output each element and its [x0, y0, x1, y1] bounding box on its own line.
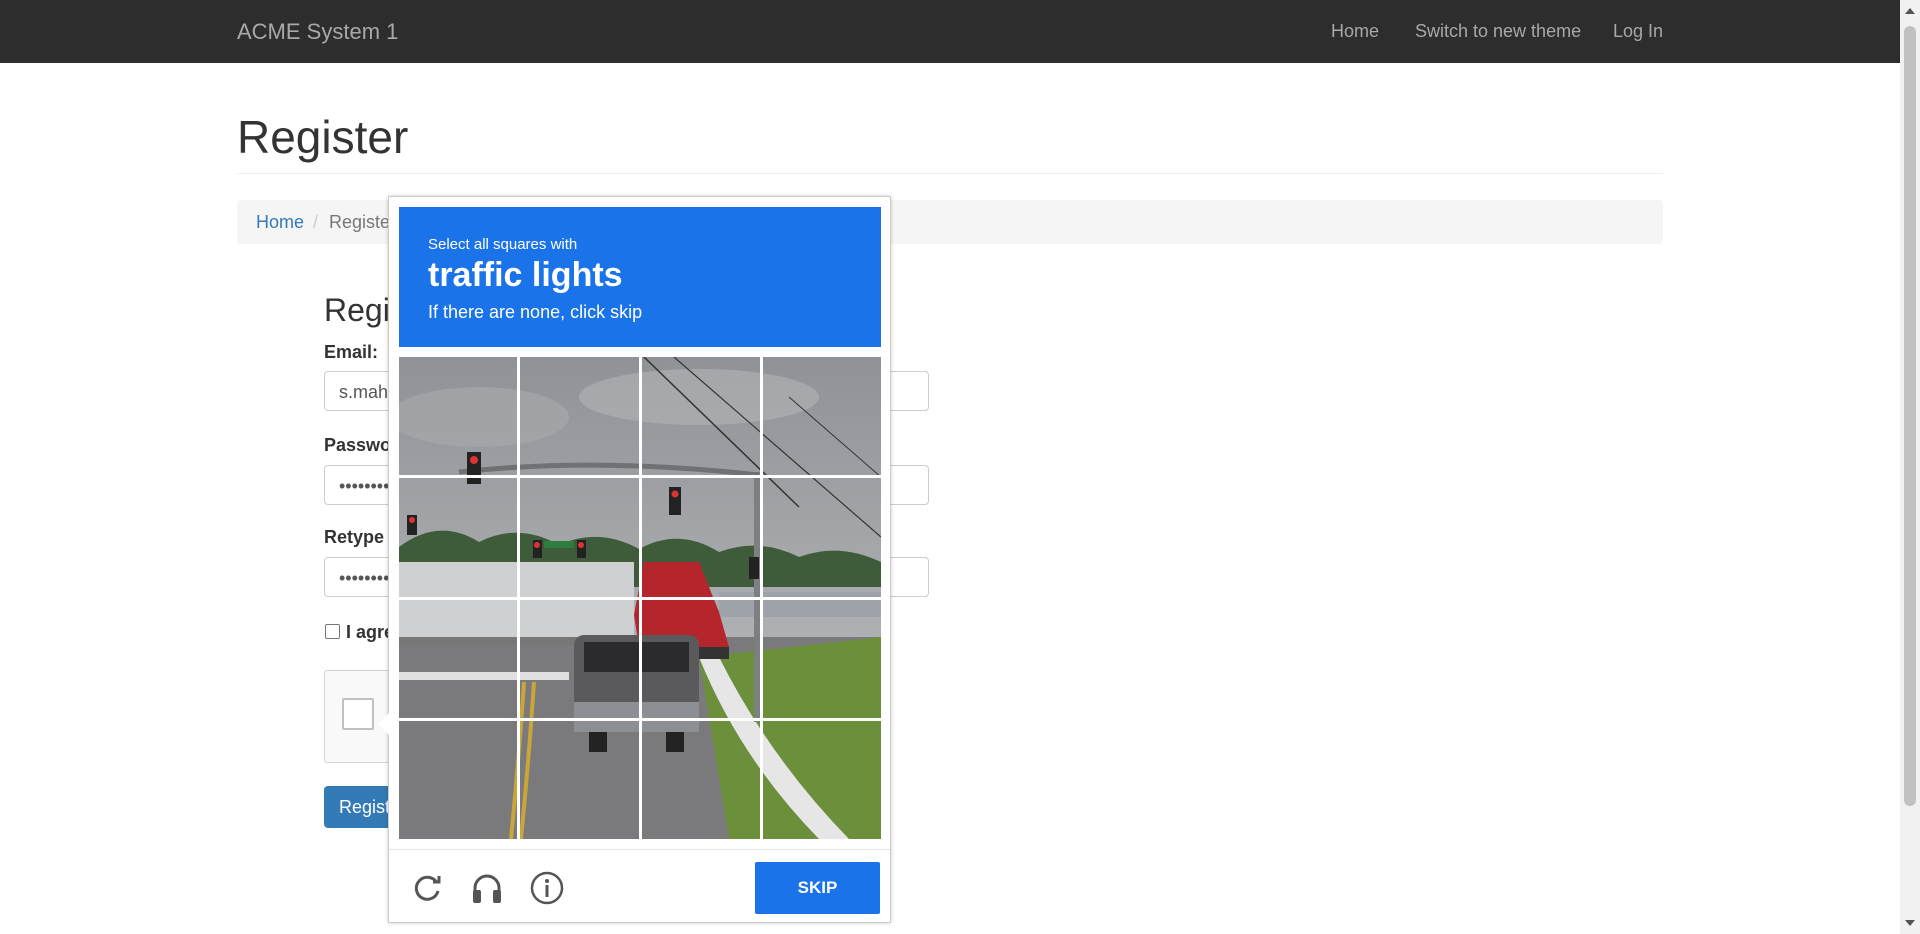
reload-icon[interactable] [411, 871, 445, 905]
recaptcha-checkbox[interactable] [342, 698, 374, 730]
challenge-instruction: Select all squares with [428, 236, 578, 253]
brand-link[interactable]: ACME System 1 [237, 19, 398, 45]
scroll-thumb[interactable] [1904, 26, 1916, 806]
nav-home-link[interactable]: Home [1331, 21, 1379, 42]
grid-tile[interactable] [517, 596, 642, 721]
image-grid [399, 357, 881, 839]
grid-tile[interactable] [638, 475, 763, 600]
nav-switch-theme-link[interactable]: Switch to new theme [1415, 21, 1581, 42]
grid-tile[interactable] [759, 475, 881, 600]
grid-tile[interactable] [759, 357, 881, 479]
vertical-scrollbar[interactable] [1900, 0, 1920, 934]
nav-login-link[interactable]: Log In [1613, 21, 1663, 42]
scroll-down-arrow[interactable] [1905, 920, 1915, 926]
grid-tile[interactable] [517, 717, 642, 839]
captcha-challenge-dialog: Select all squares with traffic lights I… [378, 196, 891, 923]
info-icon[interactable] [530, 871, 564, 905]
breadcrumb-current: Registe [329, 212, 391, 232]
email-label: Email: [324, 342, 379, 362]
dialog-pointer [378, 713, 389, 735]
retype-password-label: Retype [324, 527, 385, 547]
grid-tile[interactable] [399, 357, 521, 479]
grid-tile[interactable] [638, 717, 763, 839]
form-heading: Regi [324, 292, 390, 328]
grid-tile[interactable] [517, 475, 642, 600]
challenge-header: Select all squares with traffic lights I… [399, 207, 881, 347]
grid-tile[interactable] [517, 357, 642, 479]
breadcrumb-separator: / [313, 212, 319, 232]
grid-tile[interactable] [399, 596, 521, 721]
grid-tile[interactable] [399, 475, 521, 600]
challenge-hint: If there are none, click skip [428, 302, 643, 322]
skip-button[interactable]: SKIP [755, 862, 880, 914]
grid-tile[interactable] [638, 596, 763, 721]
grid-tile[interactable] [759, 717, 881, 839]
breadcrumb-home-link[interactable]: Home [256, 212, 304, 233]
password-label: Passwo [324, 435, 392, 455]
challenge-footer: SKIP [389, 849, 890, 923]
grid-tile[interactable] [638, 357, 763, 479]
challenge-target-object: traffic lights [428, 256, 623, 294]
grid-tile[interactable] [759, 596, 881, 721]
scroll-up-arrow[interactable] [1905, 8, 1915, 14]
navbar: ACME System 1 Home Switch to new theme L… [0, 0, 1900, 63]
agree-label: I agre [346, 622, 395, 642]
grid-tile[interactable] [399, 717, 521, 839]
agree-checkbox[interactable] [325, 624, 340, 639]
page-title: Register [237, 111, 409, 163]
title-divider [237, 173, 1663, 174]
headphones-icon[interactable] [470, 871, 504, 905]
